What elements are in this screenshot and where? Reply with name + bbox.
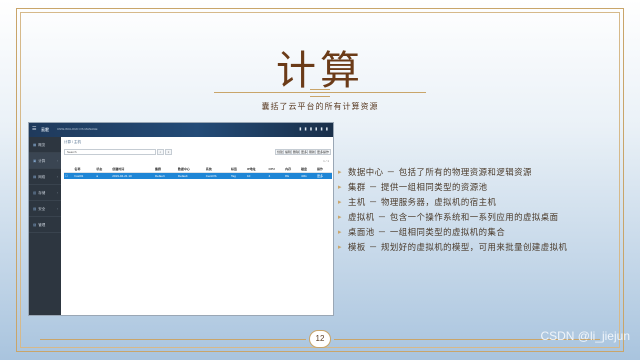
overview-icon: ▦	[33, 143, 37, 147]
clear-button[interactable]: ×	[165, 149, 172, 155]
bullet-text: 虚拟机 － 包含一个操作系统和一系列应用的虚拟桌面	[348, 212, 559, 222]
bullet-item: ▸ 虚拟机 － 包含一个操作系统和一系列应用的虚拟桌面	[338, 211, 612, 224]
row-checkbox[interactable]: ☐	[64, 172, 74, 179]
sidebar-item-label: 安全	[38, 207, 46, 211]
search-button[interactable]: ⌕	[157, 149, 164, 155]
title-divider	[214, 89, 426, 97]
sidebar-item-label: 存储	[38, 191, 46, 195]
bullet-icon: ▸	[338, 198, 343, 206]
app-brand: 云宏	[41, 127, 49, 132]
sidebar-item-overview[interactable]: ▦ 概览	[29, 137, 61, 153]
bullet-icon: ▸	[338, 243, 343, 251]
storage-icon: ▥	[33, 191, 37, 195]
network-icon: ▤	[33, 175, 37, 179]
table-cell: 4	[267, 172, 285, 179]
bullet-item: ▸ 数据中心 － 包括了所有的物理资源和逻辑资源	[338, 166, 612, 179]
bullet-item: ▸ 模板 － 规划好的虚拟机的模型，可用来批量创建虚拟机	[338, 241, 612, 254]
table-cell: Tag	[230, 172, 246, 179]
bullet-text: 桌面池 － 一组相同类型的虚拟机的集合	[348, 227, 506, 237]
bullet-icon: ▸	[338, 213, 343, 221]
bullet-icon: ▸	[338, 183, 343, 191]
watermark: CSDN @li_jiejun	[540, 329, 630, 343]
page-number: 12	[309, 330, 331, 348]
table-cell: 40G	[300, 172, 316, 179]
sidebar-item-manage[interactable]: ▨ 管理	[29, 217, 61, 233]
breadcrumb[interactable]: 计算 / 主机	[64, 140, 81, 145]
chevron-right-icon: ›	[56, 191, 58, 195]
status-icon: ●	[95, 172, 112, 179]
sidebar-item-compute[interactable]: ▣ 计算 ›	[29, 153, 61, 169]
sidebar-item-label: 计算	[38, 159, 46, 163]
table-cell: CentOS	[204, 172, 230, 179]
app-header: ☰ 云宏 CNW-WCLOUD OS MANAGE ▮ ▮ ▮ ▮ ▮ ▮	[29, 123, 333, 137]
menu-icon[interactable]: ☰	[32, 126, 36, 132]
app-sidebar: ▦ 概览 ▣ 计算 › ▤ 网络 › ▥ 存储 › ▧ 安全 › ▨ 管理	[29, 137, 61, 315]
app-main: 计算 / 主机 Search ⌕ × 创建 编辑 删除 更多 刷新 更多操作 1…	[61, 137, 333, 315]
sidebar-item-storage[interactable]: ▥ 存储 ›	[29, 185, 61, 201]
slide-subtitle: 囊括了云平台的所有计算资源	[261, 102, 379, 111]
chevron-right-icon: ›	[56, 207, 58, 211]
search-input[interactable]: Search	[64, 149, 156, 155]
bullet-item: ▸ 桌面池 － 一组相同类型的虚拟机的集合	[338, 226, 612, 239]
bullet-item: ▸ 主机 － 物理服务器，虚拟机的宿主机	[338, 196, 612, 209]
app-url: CNW-WCLOUD OS MANAGE	[57, 127, 98, 131]
sidebar-item-label: 管理	[38, 223, 46, 227]
bullet-text: 模板 － 规划好的虚拟机的模型，可用来批量创建虚拟机	[348, 242, 568, 252]
toolbar-actions-button[interactable]: 更多操作	[315, 149, 332, 155]
pager[interactable]: 1 / 1	[323, 159, 329, 163]
sidebar-item-label: 概览	[38, 143, 46, 147]
table-cell: Default	[154, 172, 177, 179]
table-cell: 8G	[284, 172, 301, 179]
table-row[interactable]: ☐ host01 ● 2019-04-21 10 Default Default…	[64, 172, 332, 179]
host-table: 名称 状态 创建时间 集群 数据中心 系统 标签 IP地址 CPU 内存 磁盘 …	[64, 166, 332, 179]
manage-icon: ▨	[33, 223, 37, 227]
bullet-text: 集群 － 提供一组相同类型的资源池	[348, 182, 488, 192]
bullet-item: ▸ 集群 － 提供一组相同类型的资源池	[338, 181, 612, 194]
chevron-right-icon: ›	[56, 159, 58, 163]
embedded-screenshot: ☰ 云宏 CNW-WCLOUD OS MANAGE ▮ ▮ ▮ ▮ ▮ ▮ ▦ …	[28, 122, 334, 316]
sidebar-item-label: 网络	[38, 175, 46, 179]
sidebar-item-security[interactable]: ▧ 安全 ›	[29, 201, 61, 217]
compute-icon: ▣	[33, 159, 37, 163]
bullet-icon: ▸	[338, 228, 343, 236]
bullet-text: 主机 － 物理服务器，虚拟机的宿主机	[348, 197, 497, 207]
table-cell[interactable]: host01	[73, 172, 96, 179]
bullet-text: 数据中心 － 包括了所有的物理资源和逻辑资源	[348, 167, 532, 177]
header-icons[interactable]: ▮ ▮ ▮ ▮ ▮ ▮	[299, 126, 329, 131]
row-action-link[interactable]: 更多	[315, 172, 332, 179]
bullet-icon: ▸	[338, 168, 343, 176]
table-cell: 2019-04-21 10	[111, 172, 155, 179]
sidebar-item-network[interactable]: ▤ 网络 ›	[29, 169, 61, 185]
footer-divider-left	[40, 339, 306, 340]
slide-title: 计算	[276, 48, 364, 94]
bullet-list: ▸ 数据中心 － 包括了所有的物理资源和逻辑资源 ▸ 集群 － 提供一组相同类型的资…	[338, 166, 612, 256]
table-cell: 10	[245, 172, 268, 179]
table-cell: Default	[176, 172, 205, 179]
chevron-right-icon: ›	[56, 175, 58, 179]
security-icon: ▧	[33, 207, 37, 211]
